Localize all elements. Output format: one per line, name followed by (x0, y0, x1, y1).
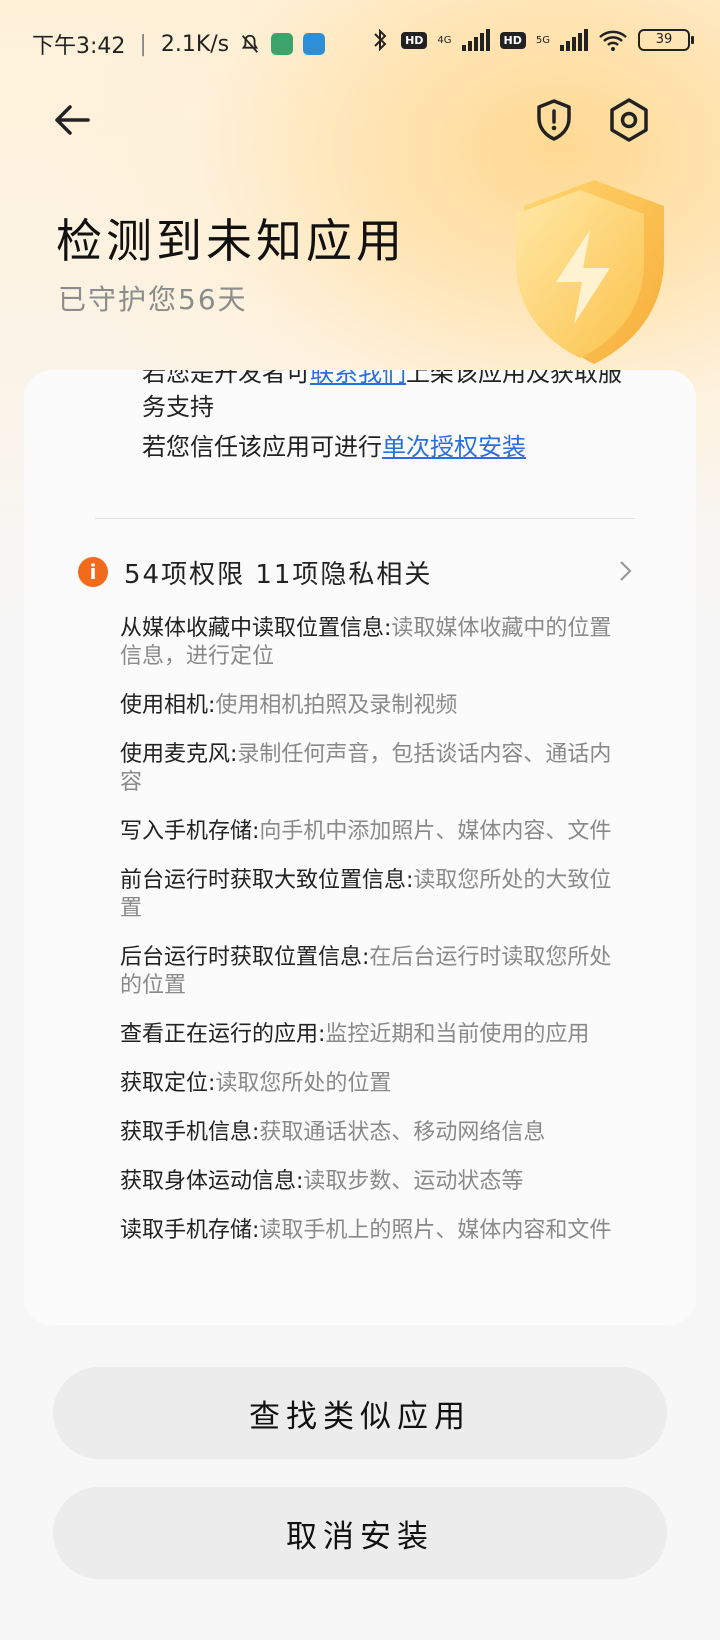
permissions-summary-row[interactable]: i 54项权限 11项隐私相关 (78, 552, 638, 592)
app-notification-icon-2 (303, 33, 326, 55)
wifi-icon (599, 30, 627, 51)
list-item: 使用麦克风:录制任何声音，包括谈话内容、通话内容 (120, 742, 612, 795)
status-bar: 下午3:42 | 2.1K/s HD 4G HD 5G 39 (0, 0, 720, 90)
battery-icon: 39 (638, 29, 694, 51)
developer-note: 若您是开发者可联系我们上架该应用及获取服务支持 (142, 370, 642, 424)
list-item: 前台运行时获取大致位置信息:读取您所处的大致位置 (120, 868, 612, 921)
cancel-install-button[interactable]: 取消安装 (53, 1487, 667, 1579)
chevron-right-icon (620, 561, 632, 581)
signal-icon (461, 29, 490, 51)
status-net-speed: 2.1K/s (160, 31, 230, 57)
warning-icon: i (78, 557, 108, 587)
protection-days: 已守护您56天 (58, 283, 248, 316)
list-item: 后台运行时获取位置信息:在后台运行时读取您所处的位置 (120, 945, 612, 998)
single-install-link[interactable]: 单次授权安装 (382, 433, 526, 461)
net-5g-label: 5G (535, 34, 550, 46)
list-item: 写入手机存储:向手机中添加照片、媒体内容、文件 (120, 819, 612, 844)
status-time: 下午3:42 (32, 34, 126, 59)
shield-alert-icon[interactable] (529, 95, 579, 145)
lightning-shield-icon (516, 180, 664, 364)
trust-note: 若您信任该应用可进行单次授权安装 (142, 433, 526, 461)
list-item: 使用相机:使用相机拍照及录制视频 (120, 693, 458, 718)
list-item: 查看正在运行的应用:监控近期和当前使用的应用 (120, 1022, 590, 1047)
hd-badge-2: HD (499, 31, 526, 49)
permission-list: 从媒体收藏中读取位置信息:读取媒体收藏中的位置信息，进行定位 使用相机:使用相机… (120, 615, 620, 1266)
divider (95, 518, 635, 519)
net-4g-label: 4G (437, 34, 452, 46)
signal-icon-2 (560, 29, 588, 51)
list-item: 获取手机信息:获取通话状态、移动网络信息 (120, 1120, 546, 1145)
list-item: 读取手机存储:读取手机上的照片、媒体内容和文件 (120, 1218, 612, 1243)
bluetooth-icon (374, 28, 387, 52)
back-arrow-icon[interactable] (48, 95, 98, 145)
list-item: 获取定位:读取您所处的位置 (120, 1071, 392, 1096)
contact-us-link[interactable]: 联系我们 (310, 370, 406, 387)
find-similar-apps-button[interactable]: 查找类似应用 (53, 1367, 667, 1459)
list-item: 获取身体运动信息:读取步数、运动状态等 (120, 1169, 524, 1194)
mute-bell-icon (241, 34, 259, 53)
page-title: 检测到未知应用 (56, 214, 406, 268)
settings-gear-icon[interactable] (604, 95, 654, 145)
list-item: 从媒体收藏中读取位置信息:读取媒体收藏中的位置信息，进行定位 (120, 616, 612, 669)
app-notification-icon (271, 33, 294, 55)
permissions-summary: 54项权限 11项隐私相关 (124, 559, 433, 590)
hd-badge: HD (401, 31, 428, 49)
